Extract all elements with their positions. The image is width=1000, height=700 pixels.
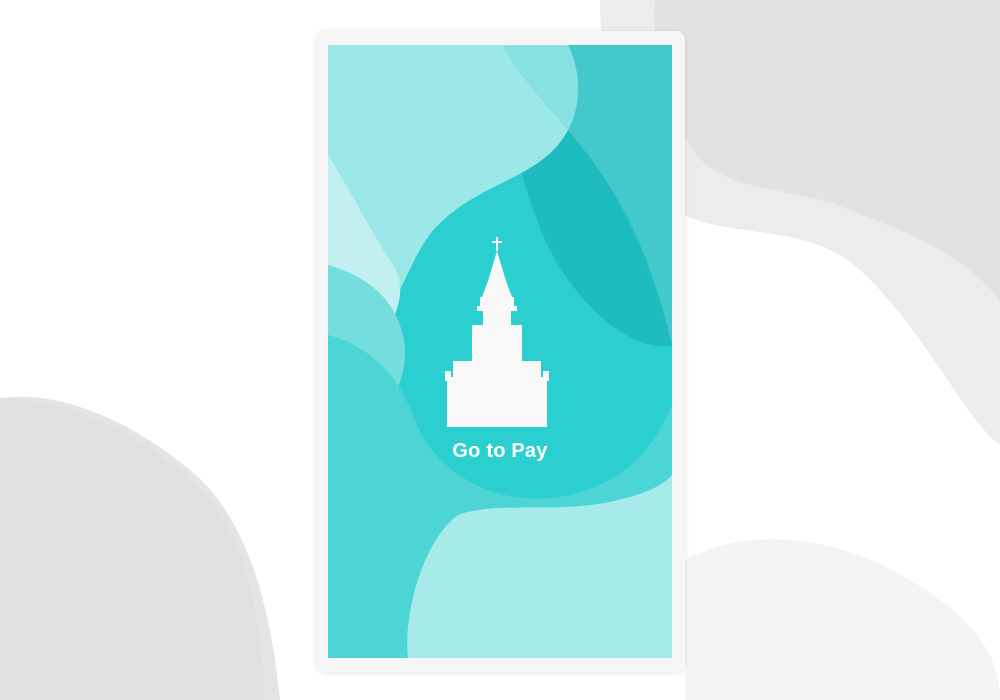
church-icon-wrap bbox=[443, 237, 551, 427]
go-to-pay-button[interactable]: Go to Pay bbox=[328, 440, 672, 463]
church-icon bbox=[445, 237, 549, 427]
bottom-right-light-blob bbox=[685, 539, 1000, 700]
bottom-left-gray-blob-shade bbox=[0, 398, 265, 700]
mockup-stage: Go to Pay bbox=[0, 0, 1000, 700]
payment-splash-screen: Go to Pay bbox=[328, 45, 672, 658]
